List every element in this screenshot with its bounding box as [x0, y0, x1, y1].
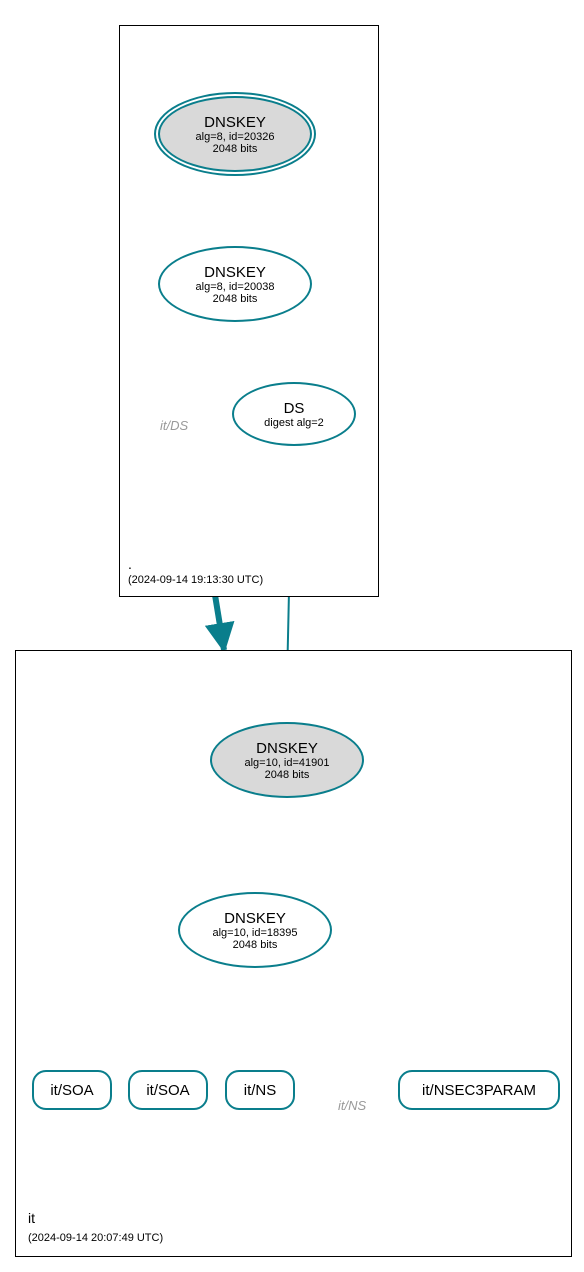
phantom-it-ds: it/DS [160, 418, 188, 433]
node-root-ksk[interactable]: DNSKEY alg=8, id=20326 2048 bits [158, 96, 312, 172]
zone-root-timestamp: (2024-09-14 19:13:30 UTC) [128, 574, 263, 586]
node-bits: 2048 bits [213, 293, 258, 305]
zone-it-label: it [28, 1210, 35, 1226]
node-it-ksk[interactable]: DNSKEY alg=10, id=41901 2048 bits [210, 722, 364, 798]
node-title: DNSKEY [204, 114, 266, 131]
node-bits: 2048 bits [265, 769, 310, 781]
rrset-it-nsec3param[interactable]: it/NSEC3PARAM [398, 1070, 560, 1110]
zone-root-label: . [128, 556, 132, 572]
node-it-zsk[interactable]: DNSKEY alg=10, id=18395 2048 bits [178, 892, 332, 968]
node-title: DNSKEY [204, 264, 266, 281]
node-alg: alg=10, id=18395 [212, 927, 297, 939]
phantom-it-ns: it/NS [338, 1098, 366, 1113]
node-title: DNSKEY [256, 740, 318, 757]
node-title: DS [284, 400, 305, 417]
rrset-it-soa-1[interactable]: it/SOA [32, 1070, 112, 1110]
node-title: DNSKEY [224, 910, 286, 927]
node-ds[interactable]: DS digest alg=2 [232, 382, 356, 446]
rrset-it-ns[interactable]: it/NS [225, 1070, 295, 1110]
node-alg: alg=8, id=20038 [196, 281, 275, 293]
node-bits: 2048 bits [213, 143, 258, 155]
node-alg: alg=8, id=20326 [196, 131, 275, 143]
zone-it-timestamp: (2024-09-14 20:07:49 UTC) [28, 1232, 163, 1244]
node-digest: digest alg=2 [264, 417, 324, 429]
node-bits: 2048 bits [233, 939, 278, 951]
rrset-it-soa-2[interactable]: it/SOA [128, 1070, 208, 1110]
node-root-zsk[interactable]: DNSKEY alg=8, id=20038 2048 bits [158, 246, 312, 322]
node-alg: alg=10, id=41901 [244, 757, 329, 769]
